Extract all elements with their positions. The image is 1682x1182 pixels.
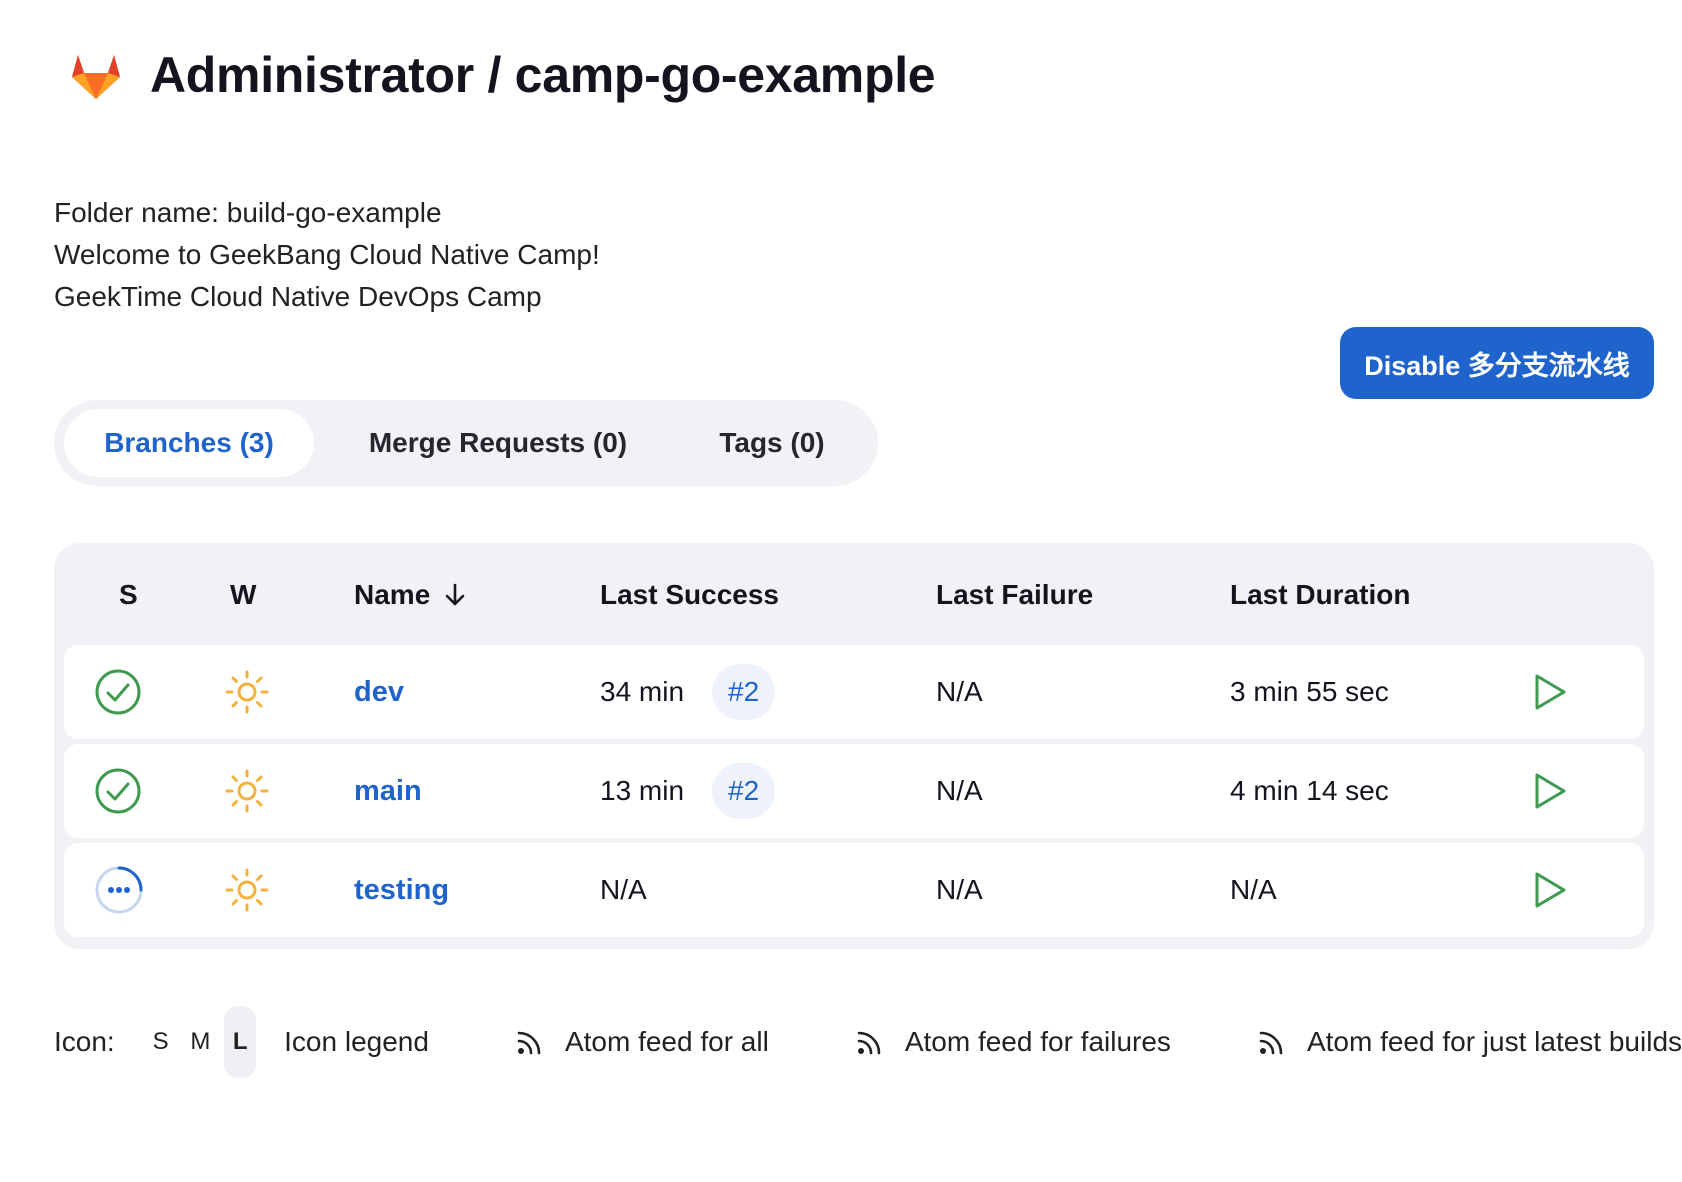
last-failure: N/A: [936, 874, 983, 905]
header-weather[interactable]: W: [230, 579, 256, 611]
rss-feed-icon: [857, 1031, 881, 1055]
branch-link-main[interactable]: main: [354, 775, 422, 808]
last-success-cell: 34 min #2: [600, 645, 776, 739]
rss-feed-icon: [517, 1031, 541, 1055]
build-number-badge[interactable]: #2: [712, 763, 776, 819]
tab-tags[interactable]: Tags (0): [682, 409, 862, 477]
atom-feed-latest-label: Atom feed for just latest builds: [1306, 1026, 1682, 1057]
build-number-badge[interactable]: #2: [712, 664, 776, 720]
sort-arrow-down-icon: [445, 583, 465, 606]
table-header: S W Name Last Success Last Failure Last …: [54, 543, 1654, 643]
run-build-icon[interactable]: [1532, 843, 1568, 937]
icon-size-medium-button[interactable]: M: [185, 1006, 217, 1078]
icon-size-small-button[interactable]: S: [145, 1006, 177, 1078]
rss-feed-icon: [1259, 1031, 1283, 1055]
weather-sunny-icon[interactable]: [224, 744, 270, 838]
icon-legend-link[interactable]: Icon legend: [284, 1026, 429, 1058]
icon-size-label: Icon:: [54, 1026, 115, 1057]
atom-feed-failures-link[interactable]: Atom feed for failures: [855, 1026, 1171, 1058]
header-name-label: Name: [354, 579, 431, 610]
disable-pipeline-button[interactable]: Disable 多分支流水线: [1340, 327, 1654, 399]
description-line: GeekTime Cloud Native DevOps Camp: [54, 281, 542, 312]
header-status[interactable]: S: [119, 579, 138, 611]
run-build-icon[interactable]: [1532, 645, 1568, 739]
atom-feed-failures-label: Atom feed for failures: [904, 1026, 1171, 1057]
header-last-duration[interactable]: Last Duration: [1230, 579, 1410, 611]
atom-feed-latest-link[interactable]: Atom feed for just latest builds: [1257, 1026, 1682, 1058]
last-duration: 3 min 55 sec: [1230, 676, 1389, 707]
gitlab-logo-icon: [72, 55, 120, 99]
tab-branches[interactable]: Branches (3): [64, 409, 314, 477]
table-row: dev 34 min #2 N/A 3 min 55 sec: [64, 645, 1644, 739]
folder-description: Folder name: build-go-example Welcome to…: [54, 192, 600, 318]
page-header: Administrator / camp-go-example: [68, 46, 936, 104]
description-line: Welcome to GeekBang Cloud Native Camp!: [54, 239, 600, 270]
header-last-success[interactable]: Last Success: [600, 579, 779, 611]
atom-feed-all-label: Atom feed for all: [564, 1026, 769, 1057]
branches-table: S W Name Last Success Last Failure Last …: [54, 543, 1654, 949]
last-success-time: 13 min: [600, 775, 685, 806]
run-build-icon[interactable]: [1532, 744, 1568, 838]
footer-bar: Icon: S M L Icon legend Atom feed for al…: [54, 1006, 1682, 1078]
description-line: Folder name: build-go-example: [54, 197, 442, 228]
table-row: testing N/A N/A N/A: [64, 843, 1644, 937]
weather-sunny-icon[interactable]: [224, 645, 270, 739]
last-failure: N/A: [936, 775, 983, 806]
last-duration: N/A: [1230, 874, 1277, 905]
last-failure: N/A: [936, 676, 983, 707]
last-success: N/A: [600, 874, 647, 905]
header-name[interactable]: Name: [354, 579, 466, 611]
atom-feed-all-link[interactable]: Atom feed for all: [515, 1026, 769, 1058]
icon-size-large-button[interactable]: L: [224, 1006, 257, 1078]
last-success-cell: 13 min #2: [600, 744, 776, 838]
branch-tabs: Branches (3) Merge Requests (0) Tags (0): [54, 400, 878, 486]
tab-merge-requests[interactable]: Merge Requests (0): [314, 409, 682, 477]
weather-sunny-icon[interactable]: [224, 843, 270, 937]
status-success-icon[interactable]: [94, 645, 142, 739]
status-in-progress-icon[interactable]: [94, 843, 144, 937]
page-title: Administrator / camp-go-example: [150, 47, 936, 103]
table-row: main 13 min #2 N/A 4 min 14 sec: [64, 744, 1644, 838]
branch-link-testing[interactable]: testing: [354, 874, 449, 907]
branch-link-dev[interactable]: dev: [354, 676, 404, 709]
last-duration: 4 min 14 sec: [1230, 775, 1389, 806]
header-last-failure[interactable]: Last Failure: [936, 579, 1093, 611]
status-success-icon[interactable]: [94, 744, 142, 838]
last-success-time: 34 min: [600, 676, 685, 707]
